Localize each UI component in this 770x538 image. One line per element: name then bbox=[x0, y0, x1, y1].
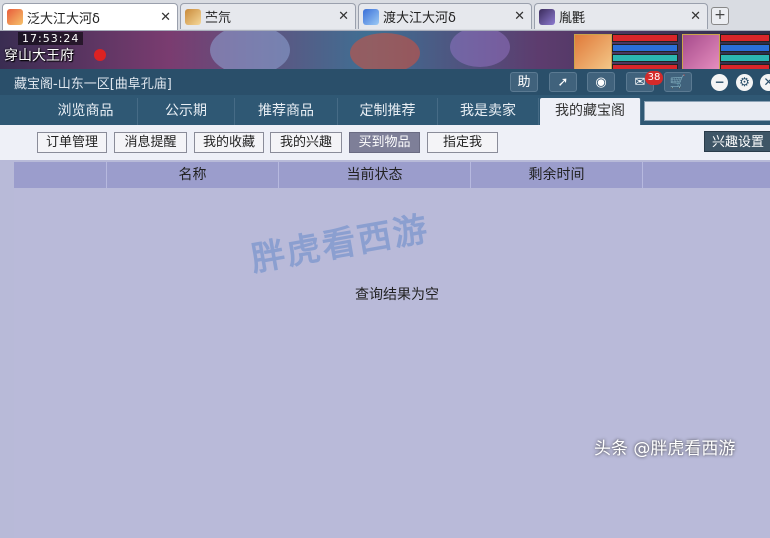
pet-portrait[interactable] bbox=[682, 34, 720, 72]
purchased-items-button[interactable]: 买到物品 bbox=[349, 132, 420, 153]
location-name: 穿山大王府 bbox=[4, 48, 74, 64]
author-signature: 头条 @胖虎看西游 bbox=[594, 439, 736, 459]
record-icon[interactable]: ◉ bbox=[587, 72, 615, 92]
character-avatar-icon bbox=[539, 8, 555, 25]
column-actions bbox=[642, 162, 770, 188]
close-icon[interactable]: ✕ bbox=[338, 9, 349, 24]
message-reminder-button[interactable]: 消息提醒 bbox=[114, 132, 187, 153]
cart-icon[interactable]: 🛒 bbox=[664, 72, 692, 92]
my-favorites-button[interactable]: 我的收藏 bbox=[194, 132, 264, 153]
share-icon[interactable]: ➚ bbox=[549, 72, 577, 92]
close-icon[interactable]: ✕ bbox=[160, 10, 171, 25]
sub-toolbar: 订单管理 消息提醒 我的收藏 我的兴趣 买到物品 指定我 bbox=[0, 125, 770, 160]
pet-status-bars bbox=[720, 34, 770, 74]
close-icon[interactable]: ✕ bbox=[760, 74, 770, 91]
order-management-button[interactable]: 订单管理 bbox=[37, 132, 107, 153]
tab-browse-goods[interactable]: 浏览商品 bbox=[34, 98, 138, 125]
search-input[interactable] bbox=[644, 101, 770, 121]
mp-bar bbox=[720, 44, 770, 52]
player-portrait[interactable] bbox=[574, 34, 612, 72]
help-button[interactable]: 助 bbox=[510, 72, 538, 92]
close-icon[interactable]: ✕ bbox=[690, 9, 701, 24]
message-count-badge: 38 bbox=[645, 71, 663, 85]
my-interests-button[interactable]: 我的兴趣 bbox=[270, 132, 342, 153]
tab-character-4[interactable]: 胤氍 ✕ bbox=[534, 3, 708, 29]
character-avatar-icon bbox=[185, 8, 201, 25]
column-name: 名称 bbox=[106, 162, 278, 188]
sp-bar bbox=[720, 54, 770, 62]
tab-recommended[interactable]: 推荐商品 bbox=[235, 98, 338, 125]
tab-label: 苎氘 bbox=[205, 11, 232, 26]
tab-label: 泛大江大河δ bbox=[27, 11, 100, 27]
hp-bar bbox=[720, 34, 770, 42]
character-avatar-icon bbox=[363, 8, 379, 25]
column-status: 当前状态 bbox=[278, 162, 470, 188]
designated-to-me-button[interactable]: 指定我 bbox=[427, 132, 498, 153]
tab-character-3[interactable]: 渡大江大河δ ✕ bbox=[358, 3, 532, 29]
tab-strip: 泛大江大河δ ✕ 苎氘 ✕ 渡大江大河δ ✕ 胤氍 ✕ + bbox=[0, 0, 770, 31]
tab-label: 胤氍 bbox=[559, 11, 586, 26]
window-titlebar: 藏宝阁-山东一区[曲阜孔庙] 助 ➚ ◉ ✉ 38 🛒 − ⚙ ✕ bbox=[0, 69, 770, 95]
tab-label: 渡大江大河δ bbox=[383, 11, 456, 26]
tab-publicity[interactable]: 公示期 bbox=[138, 98, 235, 125]
tab-my-pavilion[interactable]: 我的藏宝阁 bbox=[540, 98, 641, 125]
window-title: 藏宝阁-山东一区[曲阜孔庙] bbox=[14, 77, 172, 92]
tab-character-1[interactable]: 泛大江大河δ ✕ bbox=[2, 3, 178, 30]
player-status-bars bbox=[612, 34, 678, 74]
character-avatar-icon bbox=[7, 9, 23, 25]
empty-result-message: 查询结果为空 bbox=[355, 287, 439, 303]
close-icon[interactable]: ✕ bbox=[514, 9, 525, 24]
minimize-icon[interactable]: − bbox=[711, 74, 728, 91]
mp-bar bbox=[612, 44, 678, 52]
settings-gear-icon[interactable]: ⚙ bbox=[736, 74, 753, 91]
tab-character-2[interactable]: 苎氘 ✕ bbox=[180, 3, 356, 29]
game-clock: 17:53:24 bbox=[18, 32, 84, 45]
tab-custom-recommend[interactable]: 定制推荐 bbox=[338, 98, 438, 125]
column-remaining-time: 剩余时间 bbox=[470, 162, 642, 188]
hp-bar bbox=[612, 34, 678, 42]
sp-bar bbox=[612, 54, 678, 62]
new-tab-plus-icon[interactable]: + bbox=[711, 7, 729, 25]
results-table-header: 名称 当前状态 剩余时间 bbox=[14, 162, 770, 188]
tab-i-am-seller[interactable]: 我是卖家 bbox=[438, 98, 539, 125]
main-nav: 浏览商品 公示期 推荐商品 定制推荐 我是卖家 我的藏宝阁 bbox=[0, 95, 770, 125]
location-marker-icon bbox=[94, 49, 106, 61]
interest-settings-button[interactable]: 兴趣设置 bbox=[704, 131, 770, 152]
